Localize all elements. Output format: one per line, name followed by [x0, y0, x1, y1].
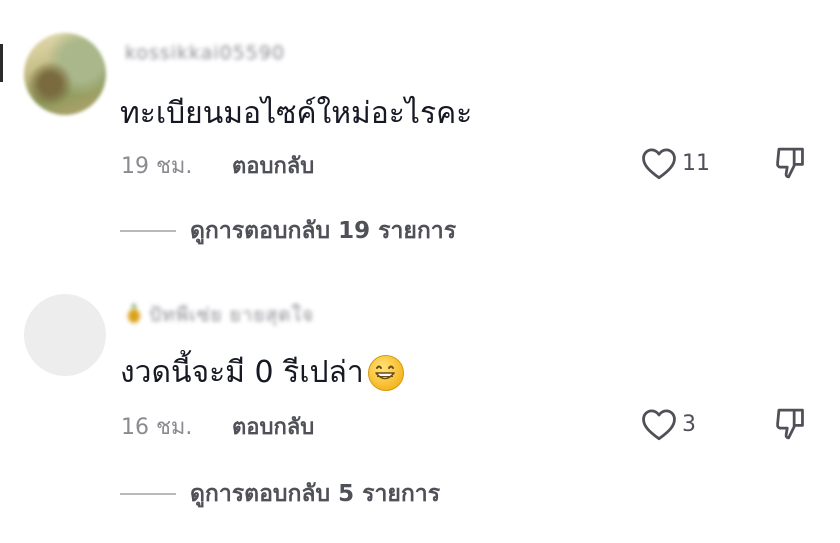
- grinning-face-emoji: [367, 354, 404, 391]
- left-edge-bar: [0, 44, 3, 82]
- view-replies-label: ดูการตอบกลับ 5 รายการ: [190, 481, 441, 507]
- like-count: 3: [682, 411, 696, 437]
- comment-text-body: ทะเบียนมอไซค์ใหม่อะไรคะ: [120, 96, 473, 131]
- view-replies-button[interactable]: ดูการตอบกลับ 5 รายการ: [120, 476, 440, 512]
- like-count: 11: [682, 150, 710, 176]
- comment-username[interactable]: ปัทพีเซ่ย ยายสุดใจ: [125, 300, 314, 330]
- view-replies-label: ดูการตอบกลับ 19 รายการ: [190, 218, 457, 244]
- avatar[interactable]: [24, 33, 106, 115]
- thumbs-down-icon: [776, 408, 804, 440]
- heart-outline-icon: [642, 148, 676, 180]
- dislike-button[interactable]: [773, 406, 807, 446]
- comment-text-body: งวดนี้จะมี 0 รีเปล่า: [120, 355, 364, 390]
- thumbs-down-icon: [776, 147, 804, 179]
- like-button[interactable]: 3: [640, 407, 696, 441]
- comment-time: 16 ชม.: [121, 415, 193, 440]
- like-button[interactable]: 11: [640, 146, 710, 180]
- comment-text: งวดนี้จะมี 0 รีเปล่า: [120, 349, 404, 396]
- view-replies-button[interactable]: ดูการตอบกลับ 19 รายการ: [120, 213, 456, 249]
- heart-outline-icon: [642, 409, 676, 441]
- comment-time: 19 ชม.: [121, 154, 193, 179]
- comment-text: ทะเบียนมอไซค์ใหม่อะไรคะ: [120, 90, 472, 137]
- comment-username-text: ปัทพีเซ่ย ยายสุดใจ: [149, 304, 314, 326]
- divider-line: [120, 493, 176, 495]
- reply-button[interactable]: ตอบกลับ: [232, 409, 314, 444]
- pineapple-emoji: [125, 302, 143, 329]
- comment-username[interactable]: kossikkai05590: [125, 42, 285, 64]
- reply-button[interactable]: ตอบกลับ: [232, 148, 314, 183]
- divider-line: [120, 230, 176, 232]
- dislike-button[interactable]: [773, 145, 807, 185]
- avatar[interactable]: [24, 294, 106, 376]
